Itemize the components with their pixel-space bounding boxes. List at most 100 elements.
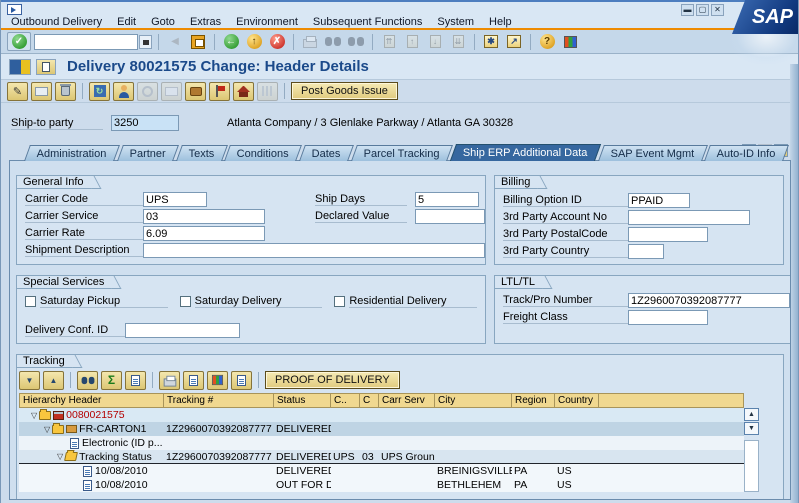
- tab-texts[interactable]: Texts: [176, 145, 228, 161]
- customize-layout-button[interactable]: [560, 32, 580, 51]
- table-row[interactable]: 10/08/2010DELIVEREDBREINIGSVILLEPAUS: [19, 464, 744, 478]
- menu-item-environment[interactable]: Environment: [236, 16, 298, 28]
- track-pro-number-field[interactable]: [628, 293, 790, 308]
- ship-days-field[interactable]: [415, 192, 479, 207]
- exit-button[interactable]: ↑: [244, 32, 264, 51]
- third-party-postalcode-field[interactable]: [628, 227, 708, 242]
- partner-button[interactable]: [113, 82, 134, 101]
- delete-button[interactable]: [55, 82, 76, 101]
- column-header-hierarchy-header[interactable]: Hierarchy Header: [19, 393, 164, 408]
- local-file-button[interactable]: [183, 371, 204, 390]
- scroll-down-button[interactable]: ▼: [744, 422, 759, 435]
- maximize-button[interactable]: ▢: [696, 4, 709, 16]
- confirm-button[interactable]: [137, 82, 158, 101]
- menu-item-subsequent-functions[interactable]: Subsequent Functions: [313, 16, 422, 28]
- find-button[interactable]: [323, 32, 343, 51]
- transfer-order-button[interactable]: ↻: [89, 82, 110, 101]
- display-change-button[interactable]: ✎: [7, 82, 28, 101]
- column-header-c[interactable]: C: [360, 393, 379, 408]
- menu-item-extras[interactable]: Extras: [190, 16, 221, 28]
- last-page-button[interactable]: ⇊: [448, 32, 468, 51]
- proof-of-delivery-button[interactable]: PROOF OF DELIVERY: [265, 371, 400, 389]
- expander-icon[interactable]: ▽: [44, 425, 50, 434]
- column-header-country[interactable]: Country: [555, 393, 599, 408]
- scroll-up-button[interactable]: ▲: [744, 408, 759, 421]
- table-row[interactable]: ▽Tracking Status1Z2960070392087777DELIVE…: [19, 450, 744, 464]
- warehouse-button[interactable]: [233, 82, 254, 101]
- tracking-print-button[interactable]: [159, 371, 180, 390]
- column-header-filler[interactable]: [599, 393, 744, 408]
- packing-button[interactable]: [185, 82, 206, 101]
- spreadsheet-export-button[interactable]: [207, 371, 228, 390]
- checkbox-saturday-pickup[interactable]: Saturday Pickup: [25, 295, 168, 308]
- shipment-description-field[interactable]: [143, 243, 485, 258]
- tab-sap-event-mgmt[interactable]: SAP Event Mgmt: [598, 145, 707, 161]
- command-history-dropdown-icon[interactable]: [139, 35, 152, 49]
- close-button[interactable]: ✕: [711, 4, 724, 16]
- column-header-region[interactable]: Region: [512, 393, 555, 408]
- carrier-code-field[interactable]: [143, 192, 207, 207]
- column-header-status[interactable]: Status: [274, 393, 331, 408]
- sort-ascending-button[interactable]: ▲: [43, 371, 64, 390]
- table-row[interactable]: 10/08/2010OUT FOR D...BETHLEHEMPAUS: [19, 478, 744, 492]
- sum-button[interactable]: Σ: [101, 371, 122, 390]
- carrier-service-field[interactable]: [143, 209, 265, 224]
- ship-to-party-field[interactable]: [111, 115, 179, 131]
- declared-value-field[interactable]: [415, 209, 485, 224]
- tab-administration[interactable]: Administration: [24, 145, 120, 161]
- find-next-button[interactable]: [346, 32, 366, 51]
- third-party-account-field[interactable]: [628, 210, 750, 225]
- tab-conditions[interactable]: Conditions: [225, 145, 303, 161]
- menu-item-help[interactable]: Help: [489, 16, 512, 28]
- table-row[interactable]: Electronic (ID p...: [19, 436, 744, 450]
- next-page-button[interactable]: ↓: [425, 32, 445, 51]
- delivery-conf-id-field[interactable]: [125, 323, 240, 338]
- checkbox-residential-delivery[interactable]: Residential Delivery: [334, 295, 477, 308]
- print-button[interactable]: [300, 32, 320, 51]
- document-header-icon[interactable]: [36, 59, 56, 75]
- split-delivery-button[interactable]: [209, 82, 230, 101]
- table-row[interactable]: ▽0080021575: [19, 408, 744, 422]
- previous-page-button[interactable]: ↑: [402, 32, 422, 51]
- tab-ship-erp-additional-data[interactable]: Ship ERP Additional Data: [450, 144, 601, 161]
- cancel-button[interactable]: ✗: [267, 32, 287, 51]
- new-session-button[interactable]: ✱: [481, 32, 501, 51]
- column-header-carr-serv[interactable]: Carr Serv: [379, 393, 435, 408]
- post-goods-issue-button[interactable]: Post Goods Issue: [291, 82, 398, 100]
- help-button[interactable]: ?: [537, 32, 557, 51]
- table-row[interactable]: ▽FR-CARTON11Z2960070392087777DELIVERED: [19, 422, 744, 436]
- create-shortcut-button[interactable]: ↗: [504, 32, 524, 51]
- command-input[interactable]: [34, 34, 138, 50]
- column-header-c[interactable]: C..: [331, 393, 360, 408]
- tracking-find-button[interactable]: [77, 371, 98, 390]
- tab-parcel-tracking[interactable]: Parcel Tracking: [351, 145, 453, 161]
- expander-icon[interactable]: ▽: [31, 411, 37, 420]
- column-header-tracking[interactable]: Tracking #: [164, 393, 274, 408]
- output-button[interactable]: [161, 82, 182, 101]
- tab-dates[interactable]: Dates: [300, 145, 355, 161]
- carrier-rate-field[interactable]: [143, 226, 265, 241]
- tab-partner[interactable]: Partner: [117, 145, 179, 161]
- third-party-country-field[interactable]: [628, 244, 664, 259]
- expander-icon[interactable]: ▽: [57, 452, 63, 461]
- matrix-button[interactable]: [257, 82, 278, 101]
- column-header-city[interactable]: City: [435, 393, 512, 408]
- menu-item-goto[interactable]: Goto: [151, 16, 175, 28]
- tab-auto-id-info[interactable]: Auto-ID Info: [704, 145, 789, 161]
- scrollbar-track[interactable]: [744, 440, 759, 492]
- menu-item-edit[interactable]: Edit: [117, 16, 136, 28]
- billing-option-id-field[interactable]: [628, 193, 690, 208]
- word-export-button[interactable]: [231, 371, 252, 390]
- menu-item-system[interactable]: System: [437, 16, 474, 28]
- back-button[interactable]: ←: [221, 32, 241, 51]
- checkbox-saturday-delivery[interactable]: Saturday Delivery: [180, 295, 323, 308]
- first-page-button[interactable]: ⇈: [379, 32, 399, 51]
- menu-item-outbound-delivery[interactable]: Outbound Delivery: [11, 16, 102, 28]
- minimize-button[interactable]: ▬: [681, 4, 694, 16]
- subtotal-button[interactable]: [125, 371, 146, 390]
- freight-class-field[interactable]: [628, 310, 708, 325]
- enter-button[interactable]: ✓: [7, 32, 31, 51]
- sort-descending-button[interactable]: ▼: [19, 371, 40, 390]
- system-menu-icon[interactable]: [7, 4, 22, 15]
- save-button[interactable]: [188, 32, 208, 51]
